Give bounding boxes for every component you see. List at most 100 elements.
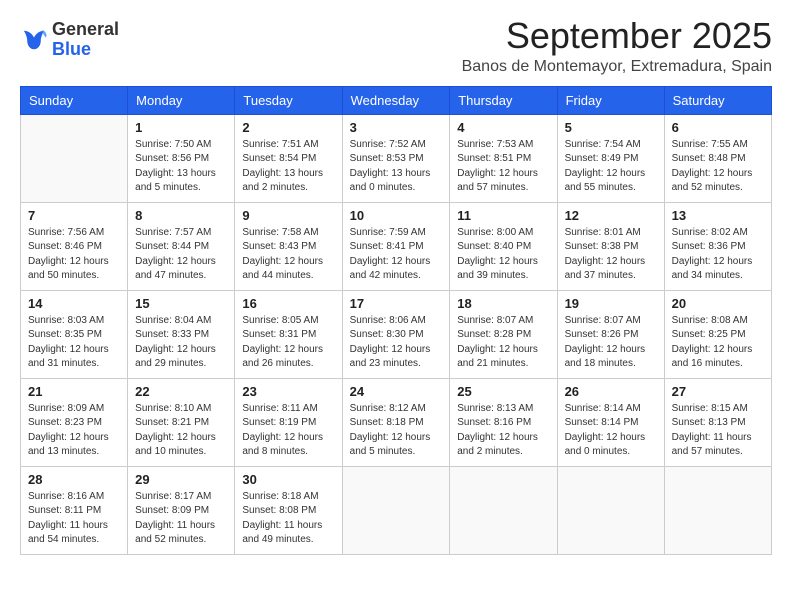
calendar-cell: 21Sunrise: 8:09 AM Sunset: 8:23 PM Dayli… [21,378,128,466]
day-info: Sunrise: 8:03 AM Sunset: 8:35 PM Dayligh… [28,314,120,372]
week-row-5: 28 Sunrise: 8:16 AM Sunset: 8:11 PM Dayli… [21,466,772,554]
day-info: Sunrise: 8:07 AM Sunset: 8:26 PM Dayligh… [565,314,657,372]
day-info: Sunrise: 8:11 AM Sunset: 8:19 PM Dayligh… [242,402,334,460]
day-number: 8 [135,208,227,223]
day-number: 28 [28,472,120,487]
day-info: Sunrise: 8:04 AM Sunset: 8:33 PM Dayligh… [135,314,227,372]
day-info: Sunrise: 8:05 AM Sunset: 8:31 PM Dayligh… [242,314,334,372]
day-number: 24 [350,384,443,399]
week-row-4: 21Sunrise: 8:09 AM Sunset: 8:23 PM Dayli… [21,378,772,466]
calendar-cell [342,466,450,554]
day-number: 22 [135,384,227,399]
header-day-sunday: Sunday [21,86,128,114]
calendar-cell: 8 Sunrise: 7:57 AM Sunset: 8:44 PM Daylig… [128,202,235,290]
calendar-cell: 13 Sunrise: 8:02 AM Sunset: 8:36 PM Dayli… [664,202,771,290]
day-info: Sunrise: 8:08 AM Sunset: 8:25 PM Dayligh… [672,314,764,372]
day-number: 1 [135,120,227,135]
calendar-cell: 14 Sunrise: 8:03 AM Sunset: 8:35 PM Dayli… [21,290,128,378]
calendar-cell: 28 Sunrise: 8:16 AM Sunset: 8:11 PM Dayli… [21,466,128,554]
day-number: 5 [565,120,657,135]
day-number: 9 [242,208,334,223]
day-info: Sunrise: 7:54 AM Sunset: 8:49 PM Dayligh… [565,138,657,196]
month-title: September 2025 [462,16,772,56]
day-info: Sunrise: 8:06 AM Sunset: 8:30 PM Dayligh… [350,314,443,372]
calendar-cell: 11Sunrise: 8:00 AM Sunset: 8:40 PM Dayli… [450,202,557,290]
day-info: Sunrise: 8:02 AM Sunset: 8:36 PM Dayligh… [672,226,764,284]
header-row: SundayMondayTuesdayWednesdayThursdayFrid… [21,86,772,114]
header-day-thursday: Thursday [450,86,557,114]
day-info: Sunrise: 7:53 AM Sunset: 8:51 PM Dayligh… [457,138,549,196]
day-info: Sunrise: 7:57 AM Sunset: 8:44 PM Dayligh… [135,226,227,284]
day-info: Sunrise: 8:10 AM Sunset: 8:21 PM Dayligh… [135,402,227,460]
location-title: Banos de Montemayor, Extremadura, Spain [462,58,772,76]
logo-icon [20,29,48,51]
day-info: Sunrise: 7:55 AM Sunset: 8:48 PM Dayligh… [672,138,764,196]
day-info: Sunrise: 8:17 AM Sunset: 8:09 PM Dayligh… [135,490,227,548]
day-number: 30 [242,472,334,487]
calendar-table: SundayMondayTuesdayWednesdayThursdayFrid… [20,86,772,555]
week-row-3: 14 Sunrise: 8:03 AM Sunset: 8:35 PM Dayli… [21,290,772,378]
day-info: Sunrise: 8:15 AM Sunset: 8:13 PM Dayligh… [672,402,764,460]
logo: General Blue [20,20,119,60]
calendar-cell [21,114,128,202]
day-number: 13 [672,208,764,223]
day-info: Sunrise: 8:00 AM Sunset: 8:40 PM Dayligh… [457,226,549,284]
day-number: 29 [135,472,227,487]
week-row-1: 1 Sunrise: 7:50 AM Sunset: 8:56 PM Daylig… [21,114,772,202]
calendar-cell: 10 Sunrise: 7:59 AM Sunset: 8:41 PM Dayli… [342,202,450,290]
day-info: Sunrise: 8:18 AM Sunset: 8:08 PM Dayligh… [242,490,334,548]
day-info: Sunrise: 7:50 AM Sunset: 8:56 PM Dayligh… [135,138,227,196]
day-number: 12 [565,208,657,223]
calendar-cell [557,466,664,554]
header-day-monday: Monday [128,86,235,114]
calendar-cell: 20Sunrise: 8:08 AM Sunset: 8:25 PM Dayli… [664,290,771,378]
day-number: 19 [565,296,657,311]
day-info: Sunrise: 8:13 AM Sunset: 8:16 PM Dayligh… [457,402,549,460]
calendar-cell: 3 Sunrise: 7:52 AM Sunset: 8:53 PM Daylig… [342,114,450,202]
day-info: Sunrise: 8:09 AM Sunset: 8:23 PM Dayligh… [28,402,120,460]
calendar-cell: 6 Sunrise: 7:55 AM Sunset: 8:48 PM Daylig… [664,114,771,202]
calendar-cell: 18 Sunrise: 8:07 AM Sunset: 8:28 PM Dayli… [450,290,557,378]
calendar-cell: 24Sunrise: 8:12 AM Sunset: 8:18 PM Dayli… [342,378,450,466]
calendar-cell: 22 Sunrise: 8:10 AM Sunset: 8:21 PM Dayli… [128,378,235,466]
calendar-cell: 9Sunrise: 7:58 AM Sunset: 8:43 PM Daylig… [235,202,342,290]
calendar-cell: 4Sunrise: 7:53 AM Sunset: 8:51 PM Daylig… [450,114,557,202]
title-block: September 2025 Banos de Montemayor, Extr… [462,16,772,76]
calendar-cell: 17 Sunrise: 8:06 AM Sunset: 8:30 PM Dayli… [342,290,450,378]
calendar-cell: 15 Sunrise: 8:04 AM Sunset: 8:33 PM Dayli… [128,290,235,378]
calendar-cell: 1 Sunrise: 7:50 AM Sunset: 8:56 PM Daylig… [128,114,235,202]
calendar-cell [450,466,557,554]
day-number: 27 [672,384,764,399]
day-number: 23 [242,384,334,399]
calendar-cell: 30 Sunrise: 8:18 AM Sunset: 8:08 PM Dayli… [235,466,342,554]
calendar-cell: 16 Sunrise: 8:05 AM Sunset: 8:31 PM Dayli… [235,290,342,378]
header-day-saturday: Saturday [664,86,771,114]
day-info: Sunrise: 7:52 AM Sunset: 8:53 PM Dayligh… [350,138,443,196]
day-info: Sunrise: 8:01 AM Sunset: 8:38 PM Dayligh… [565,226,657,284]
day-number: 26 [565,384,657,399]
calendar-cell: 23 Sunrise: 8:11 AM Sunset: 8:19 PM Dayli… [235,378,342,466]
calendar-cell [664,466,771,554]
calendar-cell: 19 Sunrise: 8:07 AM Sunset: 8:26 PM Dayli… [557,290,664,378]
day-number: 14 [28,296,120,311]
day-number: 2 [242,120,334,135]
day-number: 16 [242,296,334,311]
day-number: 18 [457,296,549,311]
header-day-tuesday: Tuesday [235,86,342,114]
header: General Blue September 2025 Banos de Mon… [20,16,772,76]
calendar-cell: 27 Sunrise: 8:15 AM Sunset: 8:13 PM Dayli… [664,378,771,466]
day-info: Sunrise: 7:56 AM Sunset: 8:46 PM Dayligh… [28,226,120,284]
calendar-cell: 12 Sunrise: 8:01 AM Sunset: 8:38 PM Dayli… [557,202,664,290]
day-number: 3 [350,120,443,135]
day-number: 17 [350,296,443,311]
header-day-friday: Friday [557,86,664,114]
day-info: Sunrise: 7:59 AM Sunset: 8:41 PM Dayligh… [350,226,443,284]
day-info: Sunrise: 8:16 AM Sunset: 8:11 PM Dayligh… [28,490,120,548]
day-number: 10 [350,208,443,223]
calendar-cell: 2Sunrise: 7:51 AM Sunset: 8:54 PM Daylig… [235,114,342,202]
day-number: 15 [135,296,227,311]
day-info: Sunrise: 8:07 AM Sunset: 8:28 PM Dayligh… [457,314,549,372]
header-day-wednesday: Wednesday [342,86,450,114]
calendar-cell: 5 Sunrise: 7:54 AM Sunset: 8:49 PM Daylig… [557,114,664,202]
day-number: 6 [672,120,764,135]
